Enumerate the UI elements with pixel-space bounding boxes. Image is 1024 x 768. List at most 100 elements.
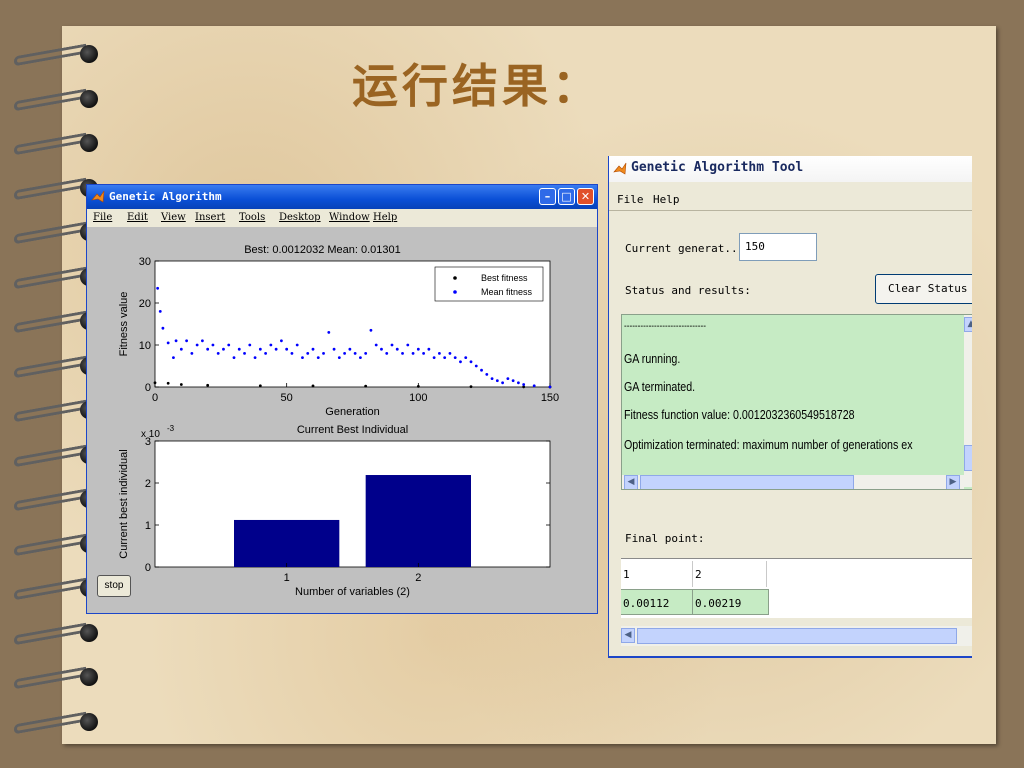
table-cell[interactable]: 0.00219 xyxy=(693,589,769,615)
current-generation-label: Current generat... xyxy=(625,242,745,255)
mean-fitness-point xyxy=(327,331,331,334)
minimize-icon: – xyxy=(544,190,551,203)
mean-fitness-point xyxy=(195,343,199,347)
mean-fitness-point xyxy=(337,356,341,359)
best-fitness-point xyxy=(206,383,210,387)
spiral-ring xyxy=(14,711,100,734)
status-results-box[interactable]: ------------------------------ GA runnin… xyxy=(621,314,972,490)
x-tick-label: 150 xyxy=(541,392,559,404)
menu-help[interactable]: Help xyxy=(373,212,397,223)
final-point-scrollbar[interactable]: ◀ xyxy=(621,626,972,646)
menu-insert[interactable]: Insert xyxy=(195,212,225,223)
close-button[interactable]: ✕ xyxy=(577,188,594,205)
menu-file[interactable]: File xyxy=(617,193,644,206)
x-tick-label: 0 xyxy=(152,392,158,404)
mean-fitness-point xyxy=(348,347,352,351)
individual-axes xyxy=(154,440,551,568)
best-fitness-point xyxy=(153,381,157,385)
status-label: Status and results: xyxy=(625,284,751,297)
y-tick-label: 1 xyxy=(145,520,151,532)
y-tick-label: 30 xyxy=(139,256,151,268)
best-fitness-point xyxy=(179,383,183,386)
fitness-chart-title: Best: 0.0012032 Mean: 0.01301 xyxy=(244,244,401,256)
mean-fitness-point xyxy=(369,328,373,332)
mean-fitness-point xyxy=(353,352,357,355)
scroll-thumb[interactable] xyxy=(637,628,957,644)
mean-fitness-point xyxy=(438,352,441,355)
mean-fitness-point xyxy=(495,379,499,383)
status-line: Optimization terminated: maximum number … xyxy=(624,437,913,452)
figure-titlebar[interactable]: Genetic Algorithm – □ ✕ xyxy=(87,185,597,209)
mean-fitness-point xyxy=(390,343,394,347)
best-fitness-point xyxy=(522,385,526,389)
clear-status-button[interactable]: Clear Status xyxy=(875,274,972,304)
best-fitness-point xyxy=(469,385,473,389)
status-horizontal-scrollbar[interactable]: ◀ ▶ xyxy=(622,475,964,489)
mean-fitness-point xyxy=(548,385,552,389)
matlab-icon xyxy=(613,162,627,175)
final-point-table: 1 2 0.00112 0.00219 xyxy=(621,558,972,618)
scroll-thumb[interactable] xyxy=(964,445,972,471)
mean-fitness-point xyxy=(406,343,410,347)
x-tick-label: 1 xyxy=(284,572,290,584)
menu-view[interactable]: View xyxy=(161,212,186,223)
mean-fitness-point xyxy=(480,368,483,372)
menu-edit[interactable]: Edit xyxy=(127,212,148,223)
status-line: GA terminated. xyxy=(624,379,696,394)
mean-fitness-point xyxy=(158,310,162,313)
menu-file[interactable]: File xyxy=(93,212,112,223)
mean-fitness-point xyxy=(172,356,175,359)
current-generation-field[interactable]: 150 xyxy=(739,233,817,261)
mean-fitness-point xyxy=(311,347,315,351)
mean-fitness-point xyxy=(258,347,262,351)
menu-desktop[interactable]: Desktop xyxy=(279,212,321,223)
mean-fitness-point xyxy=(185,339,188,343)
mean-fitness-point xyxy=(343,352,346,355)
scroll-left-icon[interactable]: ◀ xyxy=(621,628,635,643)
table-cell[interactable]: 0.00112 xyxy=(621,589,693,615)
mean-fitness-point xyxy=(201,339,204,343)
menu-window[interactable]: Window xyxy=(329,212,370,223)
best-fitness-point xyxy=(311,384,315,388)
mean-fitness-point xyxy=(206,347,210,351)
x-tick-label: 2 xyxy=(415,572,421,584)
spiral-ring xyxy=(14,666,100,690)
mean-fitness-point xyxy=(469,360,473,364)
table-header-cell: 2 xyxy=(693,561,767,587)
best-fitness-point xyxy=(166,381,170,385)
x-tick-label: 50 xyxy=(281,392,293,404)
y-tick-label: 3 xyxy=(145,436,151,448)
mean-fitness-point xyxy=(253,356,257,359)
y-axis-label: Current best individual xyxy=(118,449,130,558)
ga-tool-menubar: File Help xyxy=(609,190,972,211)
mean-fitness-point xyxy=(174,339,178,343)
scroll-left-icon[interactable]: ◀ xyxy=(624,475,638,489)
minimize-button[interactable]: – xyxy=(539,188,556,205)
stop-button[interactable]: stop xyxy=(97,575,131,597)
scroll-up-icon[interactable]: ▲ xyxy=(964,317,972,332)
scroll-thumb[interactable] xyxy=(640,475,854,489)
mean-fitness-point xyxy=(416,347,420,351)
spiral-ring xyxy=(14,622,100,645)
mean-fitness-point xyxy=(332,347,336,351)
figure-window: Genetic Algorithm – □ ✕ File Edit View I… xyxy=(86,184,598,614)
legend-marker xyxy=(453,290,457,294)
mean-fitness-point xyxy=(295,343,299,347)
ga-tool-titlebar[interactable]: Genetic Algorithm Tool xyxy=(609,156,972,182)
mean-fitness-point xyxy=(401,352,404,355)
scroll-right-icon[interactable]: ▶ xyxy=(946,475,960,489)
ga-tool-window: Genetic Algorithm Tool File Help Current… xyxy=(608,156,972,658)
maximize-button[interactable]: □ xyxy=(558,188,575,205)
figure-title: Genetic Algorithm xyxy=(109,190,222,203)
spiral-ring xyxy=(14,88,100,111)
mean-fitness-point xyxy=(453,356,457,359)
menu-help[interactable]: Help xyxy=(653,193,680,206)
mean-fitness-point xyxy=(211,343,215,347)
mean-fitness-point xyxy=(374,343,378,347)
menu-tools[interactable]: Tools xyxy=(239,212,265,223)
mean-fitness-point xyxy=(306,352,310,355)
mean-fitness-point xyxy=(290,352,294,355)
best-fitness-point xyxy=(258,384,262,388)
status-vertical-scrollbar[interactable]: ▲ xyxy=(964,315,972,487)
x-axis-label: Number of variables (2) xyxy=(295,586,410,598)
